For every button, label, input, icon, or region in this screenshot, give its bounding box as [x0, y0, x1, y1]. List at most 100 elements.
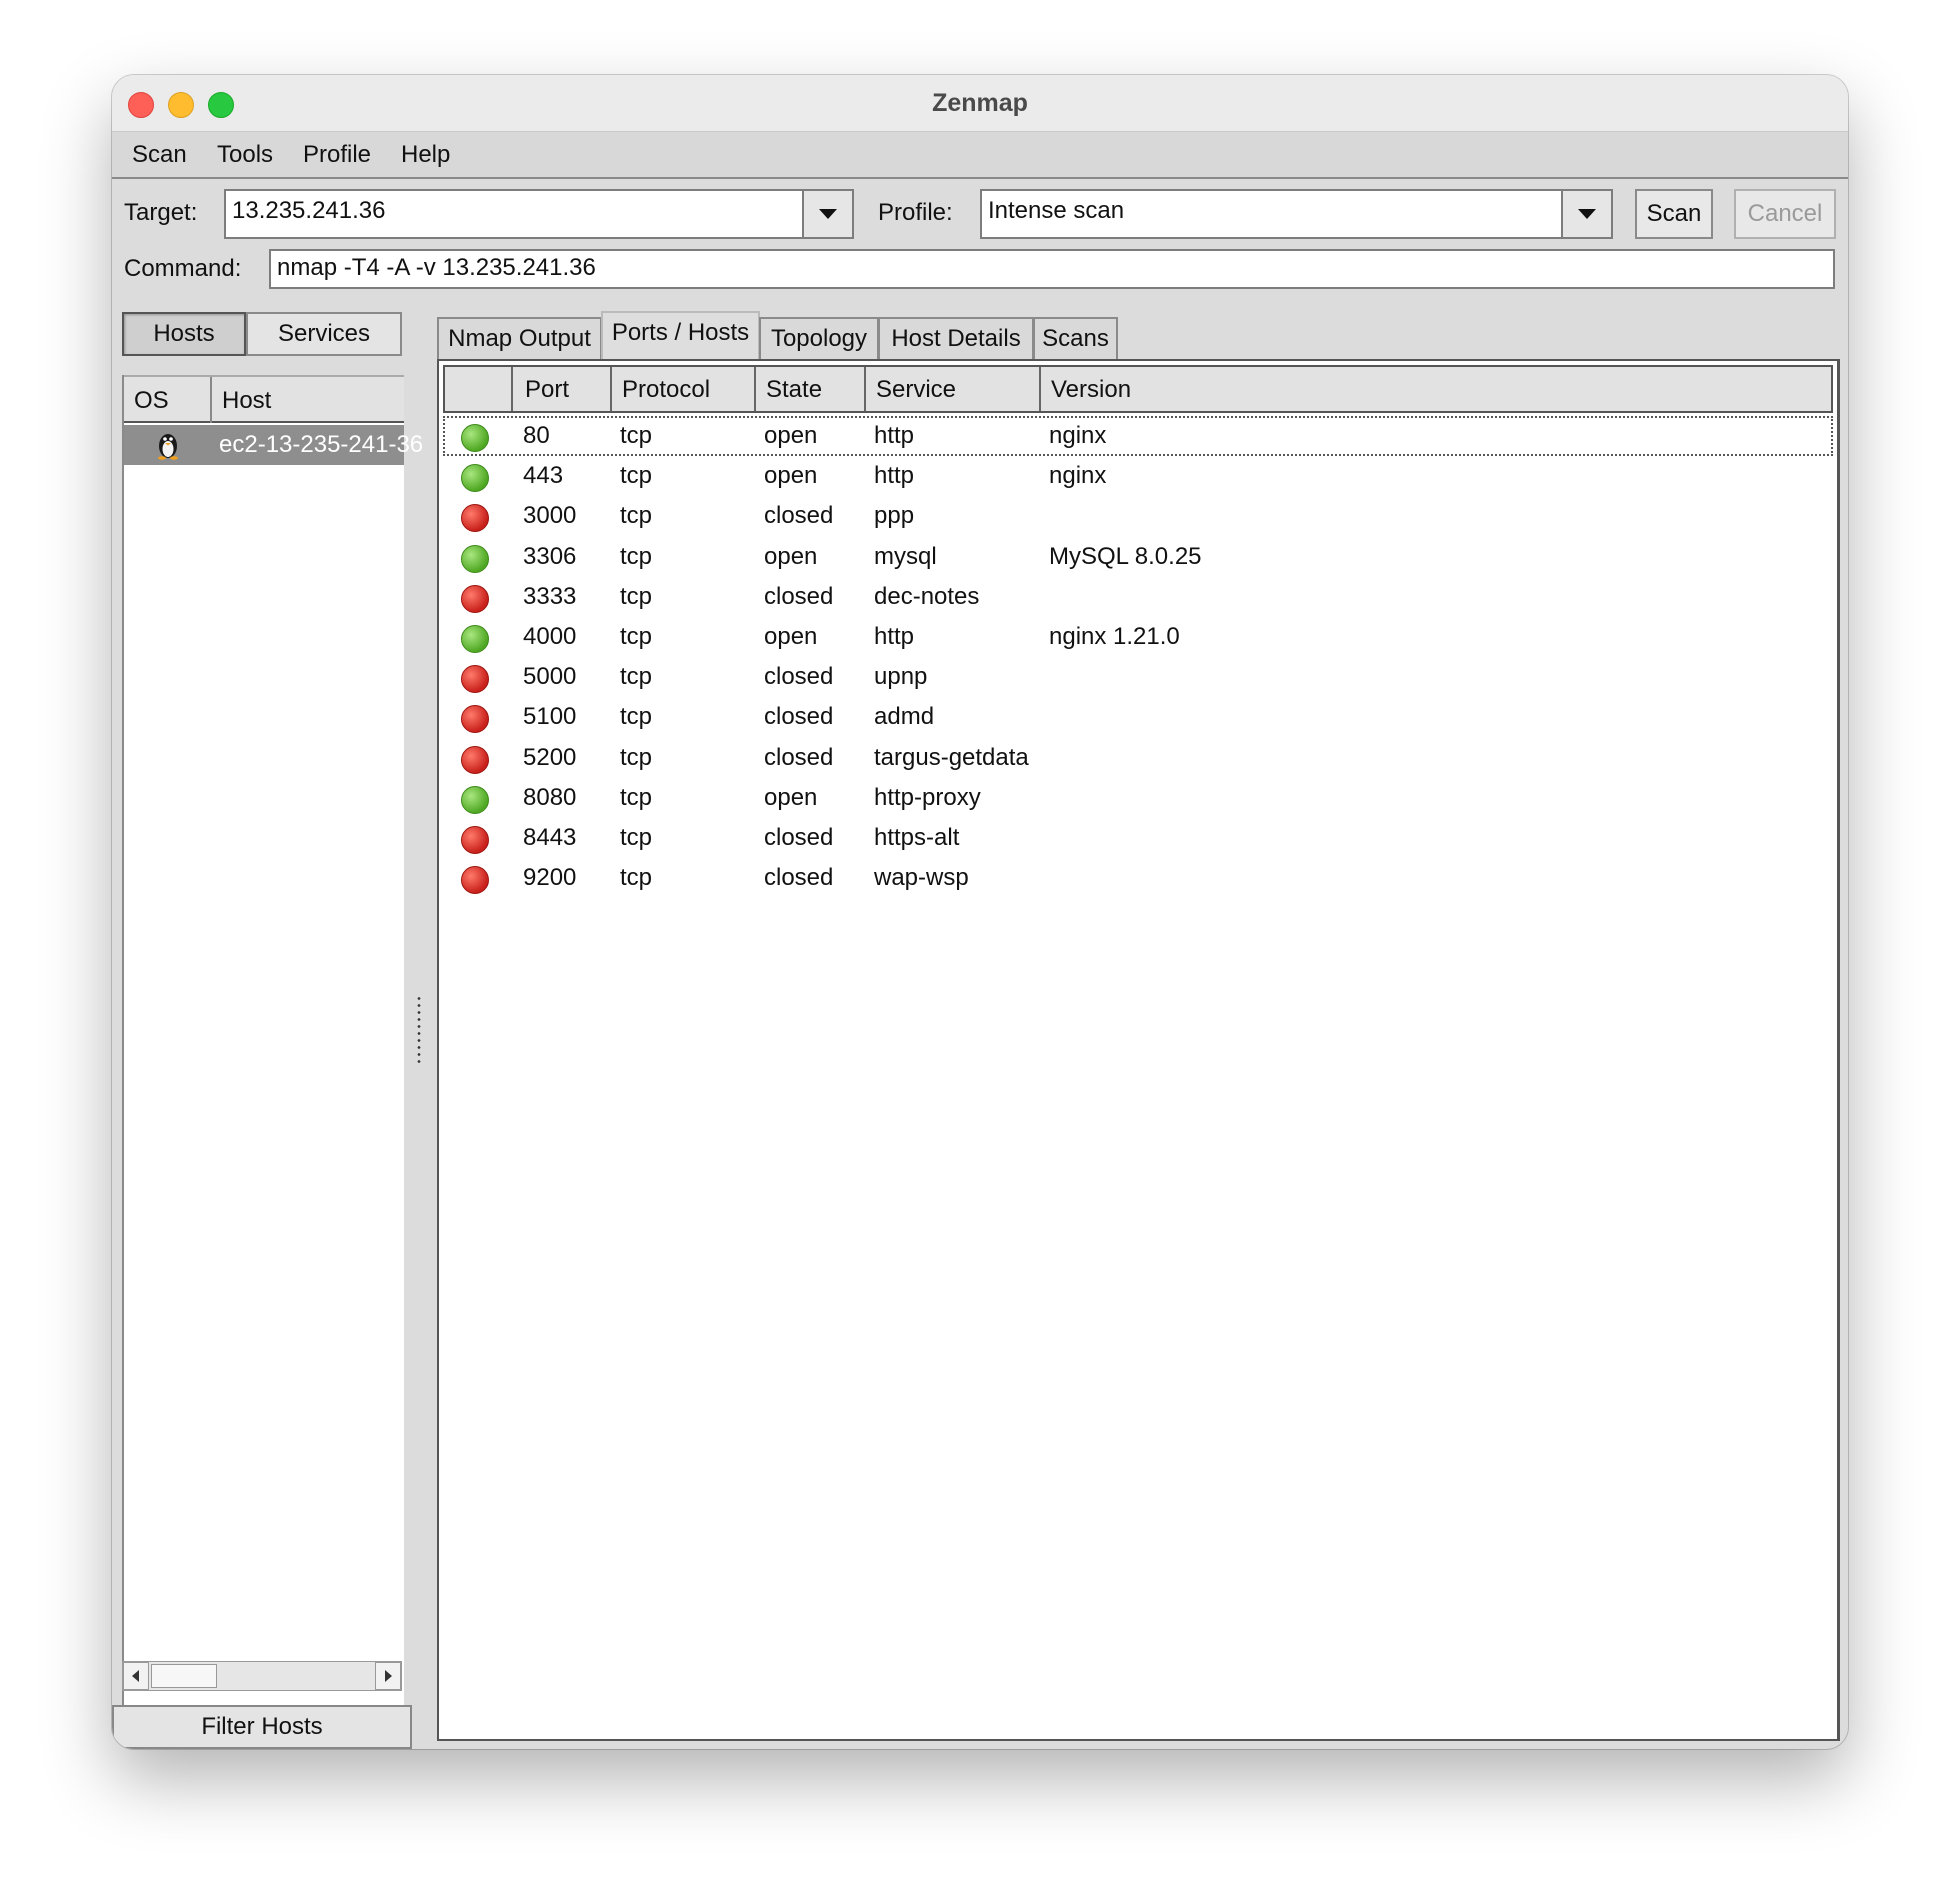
tab-scans[interactable]: Scans: [1033, 317, 1118, 359]
table-row[interactable]: 443 tcp open http nginx: [443, 456, 1833, 496]
state-cell: closed: [764, 743, 834, 771]
table-row[interactable]: 3306 tcp open mysql MySQL 8.0.25: [443, 537, 1833, 577]
service-cell: targus-getdata: [874, 743, 1029, 771]
service-cell: http: [874, 462, 915, 490]
command-label: Command:: [124, 255, 242, 282]
table-row[interactable]: 3333 tcp closed dec-notes: [443, 577, 1833, 617]
table-row[interactable]: 80 tcp open http nginx: [443, 416, 1833, 456]
state-cell: closed: [764, 864, 834, 892]
target-label: Target:: [124, 199, 198, 226]
table-row[interactable]: 5200 tcp closed targus-getdata: [443, 738, 1833, 778]
service-cell: wap-wsp: [874, 864, 969, 892]
service-cell: http-proxy: [874, 783, 981, 811]
hosts-toggle-button[interactable]: Hosts: [122, 312, 246, 356]
table-row[interactable]: 5000 tcp closed upnp: [443, 657, 1833, 697]
port-cell: 5200: [523, 743, 577, 771]
host-row[interactable]: ec2-13-235-241-36: [124, 425, 423, 465]
service-cell: admd: [874, 703, 935, 731]
port-open-status-icon: [461, 424, 489, 452]
filter-hosts-button[interactable]: Filter Hosts: [112, 1705, 412, 1749]
pane-resize-handle[interactable]: [417, 995, 421, 1065]
scroll-left-button[interactable]: [123, 1662, 149, 1690]
protocol-cell: tcp: [620, 783, 653, 811]
port-cell: 3333: [523, 582, 577, 610]
service-cell: upnp: [874, 663, 928, 691]
port-cell: 3000: [523, 502, 577, 530]
menu-help[interactable]: Help: [401, 141, 450, 169]
table-row[interactable]: 4000 tcp open http nginx 1.21.0: [443, 617, 1833, 657]
port-closed-status-icon: [461, 584, 489, 613]
target-input[interactable]: 13.235.241.36: [224, 189, 804, 239]
tab-host-details[interactable]: Host Details: [878, 317, 1034, 359]
port-closed-status-icon: [461, 665, 489, 694]
target-dropdown-button[interactable]: [802, 189, 854, 239]
menu-profile[interactable]: Profile: [303, 141, 371, 169]
host-list: OS Host ec2-13-235-241-36: [122, 375, 423, 1741]
scrollbar-thumb[interactable]: [151, 1664, 217, 1688]
port-closed-status-icon: [461, 705, 489, 734]
column-header-host[interactable]: Host: [222, 387, 271, 415]
title-bar: Zenmap: [112, 75, 1848, 132]
version-cell: nginx 1.21.0: [1049, 623, 1180, 650]
port-cell: 4000: [523, 623, 577, 650]
services-toggle-button[interactable]: Services: [246, 312, 402, 356]
state-cell: closed: [764, 703, 834, 731]
menu-scan[interactable]: Scan: [132, 141, 187, 169]
table-row[interactable]: 9200 tcp closed wap-wsp: [443, 858, 1833, 898]
state-cell: open: [764, 783, 818, 811]
port-cell: 80: [523, 422, 550, 449]
column-header-service[interactable]: Service: [876, 376, 956, 404]
state-cell: closed: [764, 502, 834, 530]
profile-dropdown-button[interactable]: [1561, 189, 1613, 239]
host-name: ec2-13-235-241-36: [219, 431, 424, 458]
tab-ports-hosts[interactable]: Ports / Hosts: [601, 311, 760, 359]
column-header-version[interactable]: Version: [1051, 376, 1131, 404]
state-cell: open: [764, 542, 818, 570]
protocol-cell: tcp: [620, 623, 653, 650]
scan-button[interactable]: Scan: [1635, 189, 1713, 239]
port-cell: 8443: [523, 824, 577, 851]
menu-tools[interactable]: Tools: [217, 141, 273, 169]
port-cell: 5100: [523, 703, 577, 731]
state-cell: open: [764, 623, 818, 650]
column-header-os[interactable]: OS: [134, 387, 169, 415]
linux-penguin-icon: [158, 434, 178, 460]
ports-table-header: Port Protocol State Service Version: [443, 365, 1833, 413]
protocol-cell: tcp: [620, 582, 653, 610]
tab-nmap-output[interactable]: Nmap Output: [437, 317, 602, 359]
column-header-state[interactable]: State: [766, 376, 822, 404]
menu-bar: Scan Tools Profile Help: [112, 132, 1848, 179]
table-row[interactable]: 3000 tcp closed ppp: [443, 496, 1833, 536]
cancel-button[interactable]: Cancel: [1734, 189, 1836, 239]
ports-table: Port Protocol State Service Version 80 tc…: [437, 359, 1840, 1741]
profile-select[interactable]: Intense scan: [980, 189, 1563, 239]
host-list-scrollbar[interactable]: [122, 1661, 402, 1691]
table-row[interactable]: 8080 tcp open http-proxy: [443, 778, 1833, 818]
port-open-status-icon: [461, 785, 489, 814]
protocol-cell: tcp: [620, 502, 653, 530]
column-header-port[interactable]: Port: [525, 376, 569, 404]
port-closed-status-icon: [461, 745, 489, 774]
protocol-cell: tcp: [620, 703, 653, 731]
table-row[interactable]: 8443 tcp closed https-alt: [443, 818, 1833, 858]
arrow-left-icon: [132, 1670, 139, 1682]
protocol-cell: tcp: [620, 824, 653, 851]
service-cell: http: [874, 422, 915, 449]
profile-label: Profile:: [878, 199, 953, 226]
column-header-protocol[interactable]: Protocol: [622, 376, 710, 404]
port-closed-status-icon: [461, 866, 489, 895]
command-input[interactable]: nmap -T4 -A -v 13.235.241.36: [269, 249, 1835, 289]
protocol-cell: tcp: [620, 743, 653, 771]
scroll-right-button[interactable]: [375, 1662, 401, 1690]
protocol-cell: tcp: [620, 864, 653, 892]
chevron-down-icon: [819, 209, 837, 219]
host-list-header: OS Host: [124, 375, 404, 423]
window-title: Zenmap: [932, 89, 1028, 117]
arrow-right-icon: [385, 1670, 392, 1682]
protocol-cell: tcp: [620, 663, 653, 691]
state-cell: closed: [764, 582, 834, 610]
table-row[interactable]: 5100 tcp closed admd: [443, 697, 1833, 737]
tab-topology[interactable]: Topology: [759, 317, 879, 359]
port-open-status-icon: [461, 625, 489, 653]
protocol-cell: tcp: [620, 462, 653, 490]
